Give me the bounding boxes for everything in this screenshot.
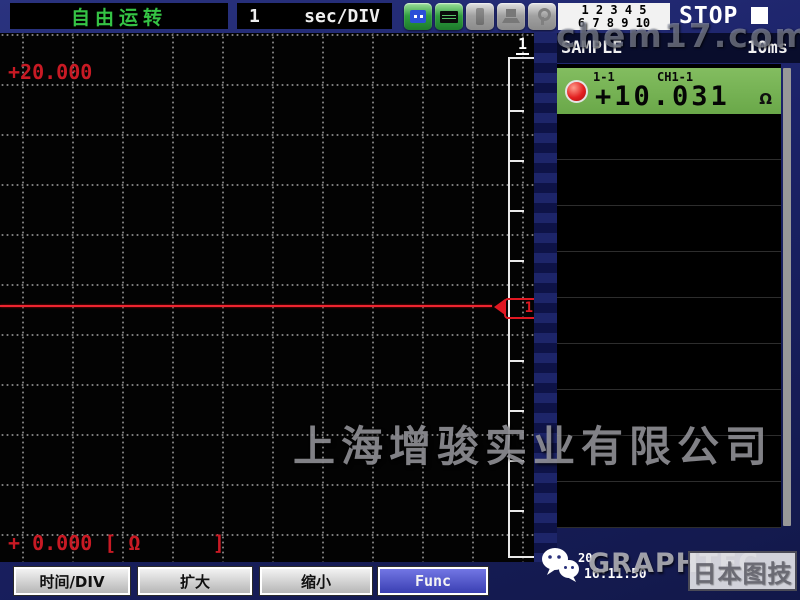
- usb-body: [476, 8, 484, 25]
- sample-label: SAMPLE: [561, 38, 622, 58]
- zoom-out-button[interactable]: 缩小: [260, 567, 372, 595]
- wechat-icon: [540, 545, 582, 585]
- channel-numbers-row2: 6 7 8 9 10: [558, 17, 670, 30]
- panel-divider-strip: [534, 33, 557, 562]
- channel-list-scrollbar[interactable]: [783, 68, 791, 526]
- channel-list-wrap: 1-1 CH1-1 +10.031 Ω: [557, 64, 800, 562]
- channel-led-icon: [565, 80, 588, 103]
- empty-channel-row: [557, 390, 781, 436]
- datalogger-screen: 自由运转 1 sec/DIV: [0, 0, 800, 600]
- record-status-label: STOP: [679, 3, 738, 29]
- scale-tick: [508, 460, 524, 462]
- sample-value: 10ms: [747, 38, 788, 58]
- lower-scale-label: + 0.000 [ Ω ]: [8, 531, 225, 555]
- empty-channel-row: [557, 252, 781, 298]
- scale-tick: [508, 510, 524, 512]
- display-icon: [435, 3, 463, 30]
- timebase-display: 1 sec/DIV: [237, 3, 392, 29]
- empty-channel-row: [557, 114, 781, 160]
- status-time: 16:11:50: [584, 567, 647, 582]
- key-stem: [541, 17, 544, 25]
- key-ring: [538, 8, 551, 21]
- empty-channel-row: [557, 436, 781, 482]
- usb-memory-icon: [466, 3, 494, 30]
- timebase-unit: sec/DIV: [304, 6, 380, 27]
- empty-channel-row: [557, 298, 781, 344]
- pc-screen: [506, 9, 516, 17]
- channel-card-ch1-1[interactable]: 1-1 CH1-1 +10.031 Ω: [557, 68, 781, 114]
- scale-tick: [508, 210, 524, 212]
- status-icon-strip: [404, 3, 556, 30]
- channel-number-indicator: 1 2 3 4 5 6 7 8 9 10: [558, 3, 670, 30]
- stop-square-icon: [751, 7, 768, 24]
- empty-channel-row: [557, 160, 781, 206]
- scale-tick: [508, 160, 524, 162]
- ch1-trace-line: [0, 305, 492, 307]
- zoom-in-button[interactable]: 扩大: [138, 567, 252, 595]
- channel-value: +10.031: [595, 81, 730, 112]
- channel-list: 1-1 CH1-1 +10.031 Ω: [557, 64, 781, 528]
- sd-card-icon: [404, 3, 432, 30]
- channel-unit: Ω: [759, 90, 772, 108]
- top-status-bar: 自由运转 1 sec/DIV: [0, 0, 800, 35]
- sample-rate-row: SAMPLE 10ms: [557, 33, 800, 63]
- waveform-plot: +20.000 + 0.000 [ Ω ] 1 1: [0, 33, 534, 562]
- scale-bracket-bottom-cap: [508, 556, 537, 558]
- run-mode-label: 自由运转: [71, 3, 167, 30]
- scale-tick: [508, 410, 524, 412]
- sd-card-pins: [414, 15, 417, 18]
- status-date: 20: [578, 551, 592, 565]
- scale-tick: [508, 110, 524, 112]
- run-mode-display: 自由运转: [10, 3, 228, 29]
- trace-position-marker[interactable]: 1: [504, 298, 538, 319]
- func-button[interactable]: Func: [378, 567, 488, 595]
- scale-bracket-top-cap: [508, 57, 537, 59]
- digital-readout-panel: SAMPLE 10ms 1-1 CH1-1 +10.031 Ω: [557, 33, 800, 562]
- empty-channel-row: [557, 482, 781, 528]
- pc-link-icon: [497, 3, 525, 30]
- scale-tick: [508, 260, 524, 262]
- scale-group-number: 1: [516, 35, 529, 55]
- upper-scale-label: +20.000: [8, 60, 92, 84]
- key-lock-icon: [528, 3, 556, 30]
- pc-base: [502, 18, 520, 23]
- time-div-button[interactable]: 时间/DIV: [14, 567, 130, 595]
- display-body: [440, 11, 458, 23]
- timebase-value: 1: [249, 6, 260, 27]
- display-lines: [442, 15, 456, 16]
- scale-tick: [508, 360, 524, 362]
- softkey-toolbar: 时间/DIV 扩大 缩小 Func: [0, 562, 800, 600]
- empty-channel-row: [557, 206, 781, 252]
- empty-channel-row: [557, 344, 781, 390]
- sd-card-body: [410, 10, 426, 23]
